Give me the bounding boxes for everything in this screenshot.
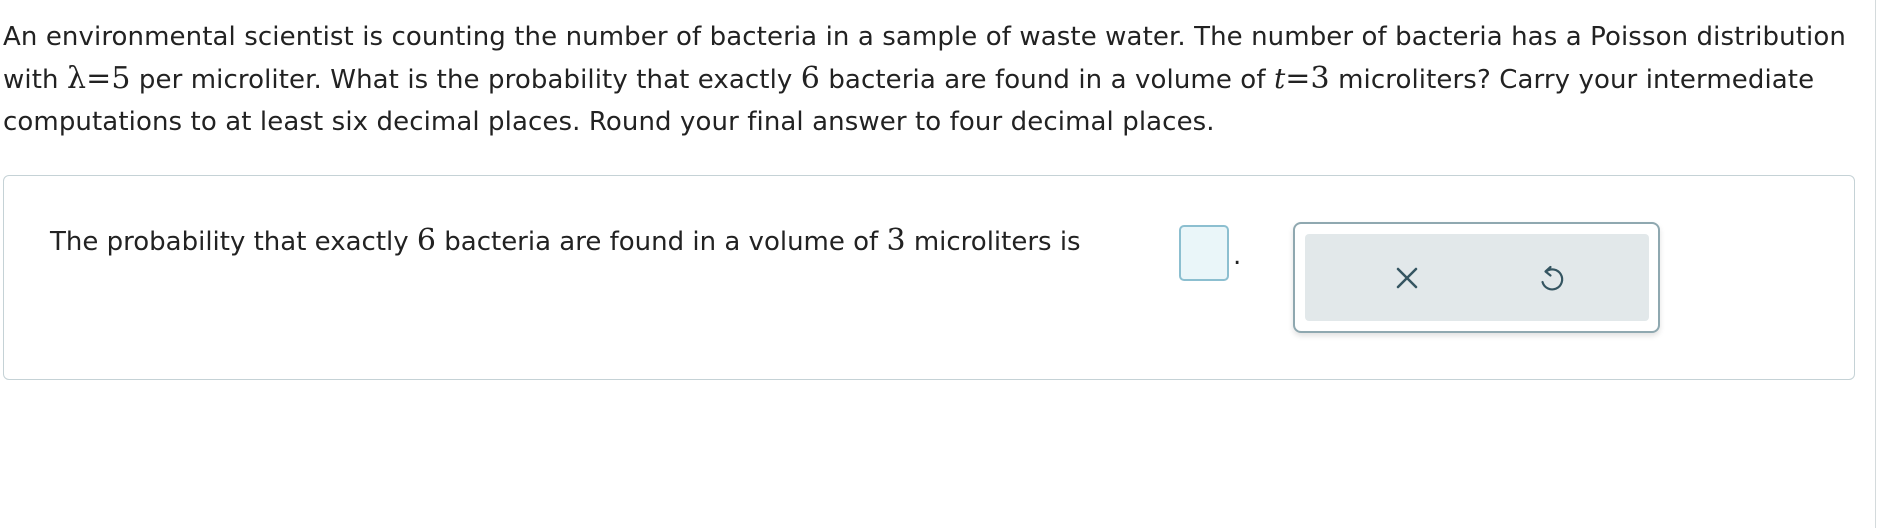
answer-tool-panel xyxy=(1293,222,1660,333)
probability-answer-input[interactable] xyxy=(1179,225,1229,281)
answer-sentence: The probability that exactly 6 bacteria … xyxy=(50,220,1081,263)
question-part-2: per microliter. What is the probability … xyxy=(130,65,801,95)
tool-button-group xyxy=(1305,234,1649,321)
answer-part-2: bacteria are found in a volume of xyxy=(436,227,887,257)
lambda-symbol: λ xyxy=(66,61,87,96)
t-symbol: t xyxy=(1273,62,1286,95)
close-icon xyxy=(1396,267,1418,289)
question-text: An environmental scientist is counting t… xyxy=(3,16,1863,143)
lambda-value: 5 xyxy=(111,61,131,96)
t-value: 3 xyxy=(1310,61,1330,96)
undo-button[interactable] xyxy=(1527,254,1575,302)
answer-part-1: The probability that exactly xyxy=(50,227,417,257)
bacteria-count: 6 xyxy=(800,61,820,96)
answer-part-3: microliters is xyxy=(905,227,1081,257)
question-part-3: bacteria are found in a volume of xyxy=(819,65,1274,95)
answer-volume: 3 xyxy=(886,223,906,258)
scrollbar-edge xyxy=(1875,0,1880,528)
equals-sign: = xyxy=(1285,61,1311,96)
equals-sign: = xyxy=(86,61,112,96)
sentence-period: . xyxy=(1233,241,1242,271)
clear-answer-button[interactable] xyxy=(1383,254,1431,302)
undo-icon xyxy=(1541,265,1564,291)
answer-count: 6 xyxy=(416,223,436,258)
